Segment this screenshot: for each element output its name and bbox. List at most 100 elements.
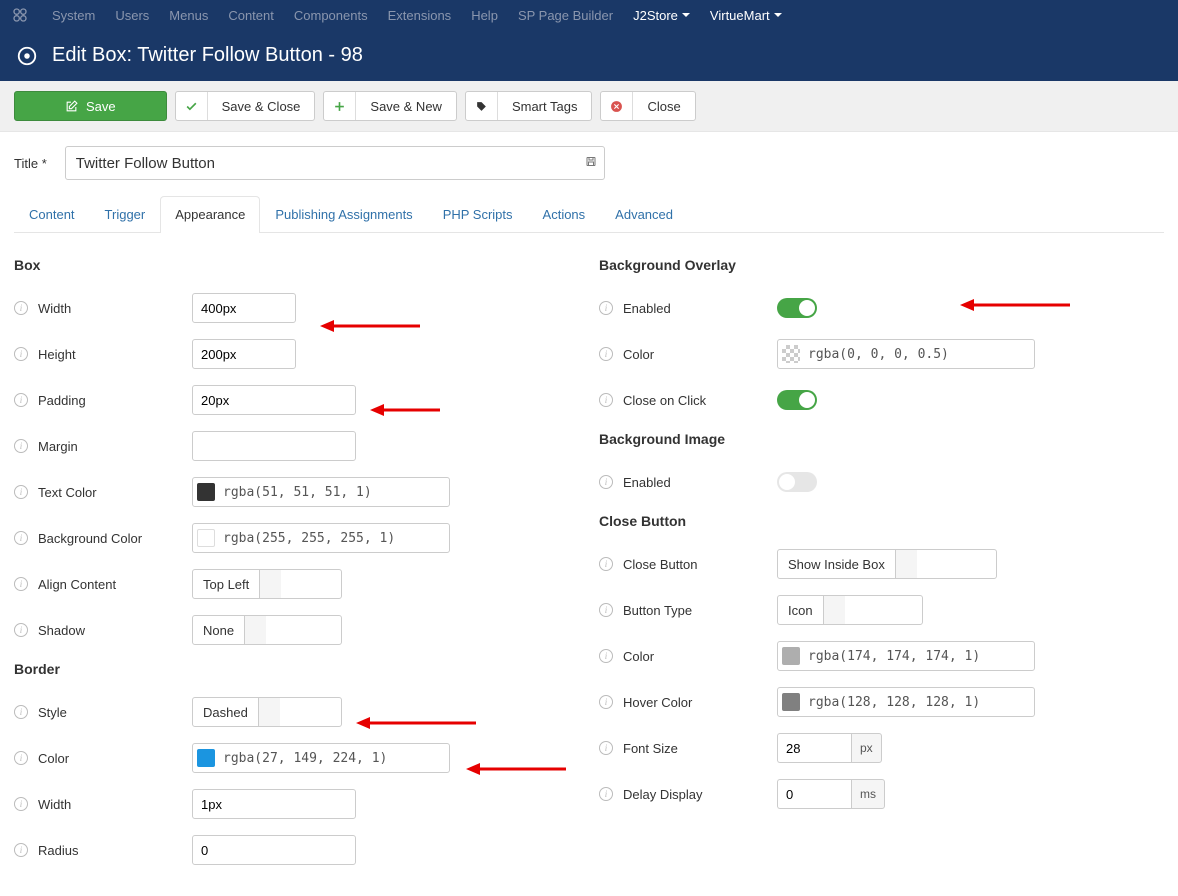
bgimage-enabled-label: Enabled — [623, 475, 671, 490]
delay-input[interactable] — [777, 779, 851, 809]
menu-system[interactable]: System — [42, 8, 105, 23]
button-type-label: Button Type — [623, 603, 692, 618]
info-icon[interactable]: i — [14, 751, 28, 765]
info-icon[interactable]: i — [14, 301, 28, 315]
menu-content[interactable]: Content — [218, 8, 284, 23]
info-icon[interactable]: i — [14, 623, 28, 637]
info-icon[interactable]: i — [599, 741, 613, 755]
info-icon[interactable]: i — [599, 787, 613, 801]
border-heading: Border — [14, 661, 579, 677]
save-button[interactable]: Save — [14, 91, 167, 121]
chevron-down-icon — [258, 698, 280, 726]
color-swatch — [782, 647, 800, 665]
tab-publishing-assignments[interactable]: Publishing Assignments — [260, 196, 427, 232]
bgcolor-input[interactable]: rgba(255, 255, 255, 1) — [192, 523, 450, 553]
info-icon[interactable]: i — [599, 603, 613, 617]
info-icon[interactable]: i — [599, 393, 613, 407]
page-header: Edit Box: Twitter Follow Button - 98 — [0, 30, 1178, 81]
tab-appearance[interactable]: Appearance — [160, 196, 260, 233]
bgimage-enabled-toggle[interactable] — [777, 472, 817, 492]
margin-input[interactable] — [192, 431, 356, 461]
info-icon[interactable]: i — [599, 475, 613, 489]
menu-components[interactable]: Components — [284, 8, 378, 23]
border-width-label: Width — [38, 797, 71, 812]
info-icon[interactable]: i — [14, 705, 28, 719]
info-icon[interactable]: i — [599, 301, 613, 315]
border-style-select[interactable]: Dashed — [192, 697, 342, 727]
close-on-click-toggle[interactable] — [777, 390, 817, 410]
fontsize-input-group: px — [777, 733, 882, 763]
check-icon — [176, 92, 208, 120]
button-type-value: Icon — [778, 596, 823, 624]
info-icon[interactable]: i — [599, 347, 613, 361]
row-border-style: iStyle Dashed — [14, 697, 579, 727]
border-width-input[interactable] — [192, 789, 356, 819]
info-icon[interactable]: i — [14, 577, 28, 591]
info-icon[interactable]: i — [599, 695, 613, 709]
menu-virtuemart[interactable]: VirtueMart — [700, 8, 792, 23]
closebtn-color-input[interactable]: rgba(174, 174, 174, 1) — [777, 641, 1035, 671]
page-title: Edit Box: Twitter Follow Button - 98 — [52, 44, 363, 67]
save-new-label: Save & New — [356, 99, 456, 114]
close-button[interactable]: Close — [600, 91, 695, 121]
closebtn-heading: Close Button — [599, 513, 1164, 529]
caret-icon — [774, 13, 782, 17]
fontsize-input[interactable] — [777, 733, 851, 763]
delay-label: Delay Display — [623, 787, 702, 802]
fontsize-unit: px — [851, 733, 882, 763]
save-icon — [65, 100, 78, 113]
save-close-button[interactable]: Save & Close — [175, 91, 316, 121]
shadow-select[interactable]: None — [192, 615, 342, 645]
info-icon[interactable]: i — [14, 843, 28, 857]
menu-extensions[interactable]: Extensions — [378, 8, 462, 23]
overlay-color-input[interactable]: rgba(0, 0, 0, 0.5) — [777, 339, 1035, 369]
info-icon[interactable]: i — [14, 439, 28, 453]
tab-php-scripts[interactable]: PHP Scripts — [428, 196, 528, 232]
tab-actions[interactable]: Actions — [528, 196, 601, 232]
tab-advanced[interactable]: Advanced — [600, 196, 688, 232]
save-close-label: Save & Close — [208, 99, 315, 114]
tab-content[interactable]: Content — [14, 196, 90, 232]
info-icon[interactable]: i — [14, 485, 28, 499]
info-icon[interactable]: i — [599, 649, 613, 663]
target-icon — [16, 45, 38, 67]
textcolor-input[interactable]: rgba(51, 51, 51, 1) — [192, 477, 450, 507]
left-column: Box iWidth iHeight iPadding iMargin iTex… — [14, 251, 579, 881]
tab-trigger[interactable]: Trigger — [90, 196, 161, 232]
info-icon[interactable]: i — [599, 557, 613, 571]
tag-icon — [466, 92, 498, 120]
info-icon[interactable]: i — [14, 797, 28, 811]
menu-j2store[interactable]: J2Store — [623, 8, 700, 23]
save-new-button[interactable]: Save & New — [323, 91, 457, 121]
menu-help[interactable]: Help — [461, 8, 508, 23]
overlay-enabled-toggle[interactable] — [777, 298, 817, 318]
margin-label: Margin — [38, 439, 78, 454]
close-button-select[interactable]: Show Inside Box — [777, 549, 997, 579]
info-icon[interactable]: i — [14, 531, 28, 545]
title-input[interactable] — [65, 146, 605, 180]
menu-sp-page-builder[interactable]: SP Page Builder — [508, 8, 623, 23]
border-style-value: Dashed — [193, 698, 258, 726]
border-radius-input[interactable] — [192, 835, 356, 865]
row-border-color: iColor rgba(27, 149, 224, 1) — [14, 743, 579, 773]
padding-input[interactable] — [192, 385, 356, 415]
closebtn-hover-value: rgba(128, 128, 128, 1) — [808, 695, 980, 710]
menu-menus[interactable]: Menus — [159, 8, 218, 23]
info-icon[interactable]: i — [14, 393, 28, 407]
smart-tags-button[interactable]: Smart Tags — [465, 91, 593, 121]
width-input[interactable] — [192, 293, 296, 323]
bgcolor-value: rgba(255, 255, 255, 1) — [223, 531, 395, 546]
border-radius-label: Radius — [38, 843, 78, 858]
row-margin: i Margin — [14, 431, 579, 461]
border-color-input[interactable]: rgba(27, 149, 224, 1) — [192, 743, 450, 773]
info-icon[interactable]: i — [14, 347, 28, 361]
closebtn-hover-input[interactable]: rgba(128, 128, 128, 1) — [777, 687, 1035, 717]
button-type-select[interactable]: Icon — [777, 595, 923, 625]
height-input[interactable] — [192, 339, 296, 369]
joomla-icon[interactable] — [10, 5, 30, 25]
floppy-icon[interactable] — [585, 156, 597, 171]
row-width: iWidth — [14, 293, 579, 323]
align-select[interactable]: Top Left — [192, 569, 342, 599]
menu-users[interactable]: Users — [105, 8, 159, 23]
right-column: Background Overlay iEnabled iColor rgba(… — [599, 251, 1164, 881]
